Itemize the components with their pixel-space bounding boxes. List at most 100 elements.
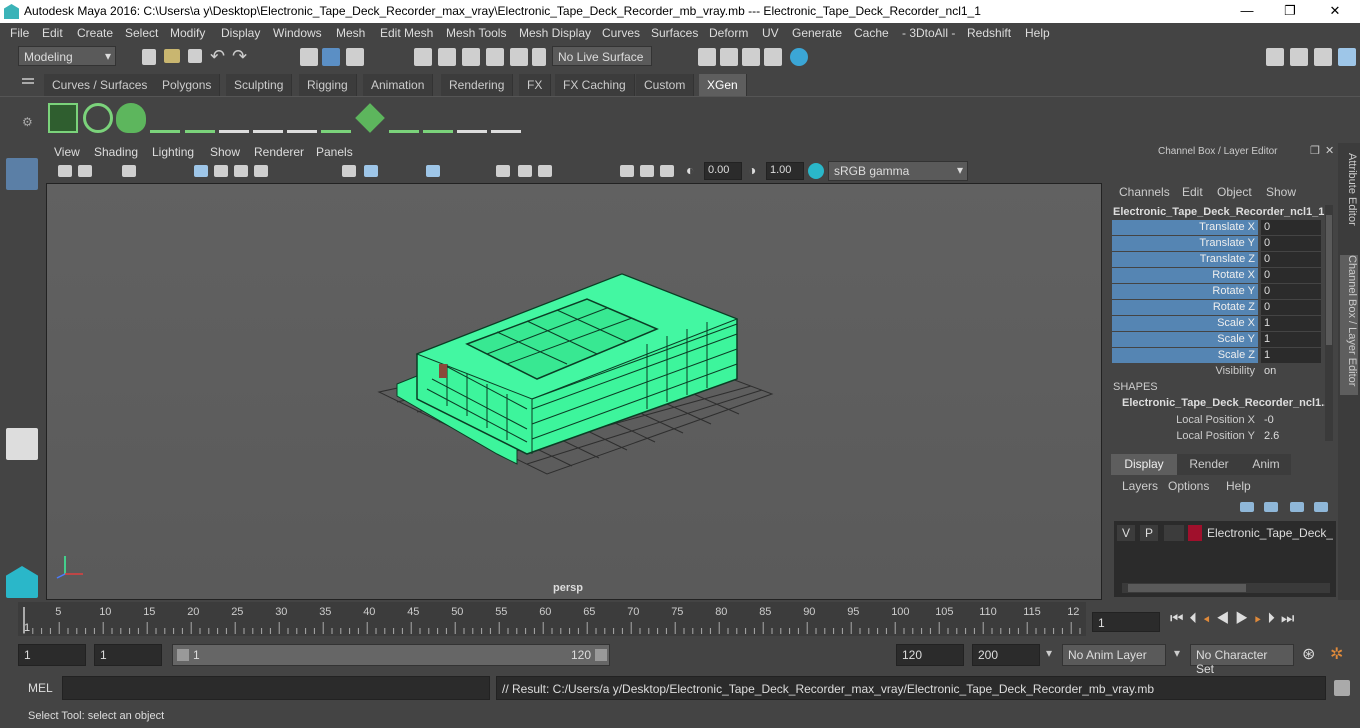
gamma-field[interactable]: 1.00 bbox=[766, 162, 804, 180]
tab-render[interactable]: Render bbox=[1177, 454, 1241, 475]
tab-fx[interactable]: FX bbox=[519, 74, 552, 96]
ipr-render-icon[interactable] bbox=[742, 48, 760, 66]
step-forward-icon[interactable]: ⏵ bbox=[1267, 610, 1281, 627]
perspective-viewport[interactable]: persp bbox=[46, 183, 1102, 600]
layer-help-menu[interactable]: Help bbox=[1226, 479, 1251, 493]
workspace-icon[interactable] bbox=[1266, 48, 1284, 66]
snap-point-icon[interactable] bbox=[462, 48, 480, 66]
play-backward-icon[interactable]: ◀ bbox=[1216, 610, 1235, 627]
menu-uv[interactable]: UV bbox=[762, 26, 779, 40]
channel-translate-y[interactable]: Translate Y0 bbox=[1112, 236, 1322, 252]
layer-color-swatch[interactable] bbox=[1188, 525, 1202, 541]
tab-rigging[interactable]: Rigging bbox=[299, 74, 357, 96]
single-view-layout-icon[interactable] bbox=[6, 428, 38, 460]
live-surface-field[interactable]: No Live Surface bbox=[552, 46, 652, 66]
tab-animation[interactable]: Animation bbox=[363, 74, 434, 96]
panel-menu-panels[interactable]: Panels bbox=[316, 145, 353, 159]
range-end-handle[interactable] bbox=[595, 649, 607, 661]
isolate-select-icon[interactable] bbox=[364, 165, 378, 177]
menu-help[interactable]: Help bbox=[1025, 26, 1050, 40]
save-scene-icon[interactable] bbox=[188, 49, 202, 63]
new-layer-icon[interactable] bbox=[1290, 502, 1304, 512]
channel-box-toggle-icon[interactable] bbox=[1338, 48, 1356, 66]
menu-create[interactable]: Create bbox=[77, 26, 113, 40]
tab-channel-box-layer-editor[interactable]: Channel Box / Layer Editor bbox=[1340, 255, 1358, 395]
rotate-tool-icon[interactable] bbox=[6, 304, 38, 336]
channel-object-menu[interactable]: Object bbox=[1217, 185, 1252, 199]
new-scene-icon[interactable] bbox=[142, 49, 156, 65]
smooth-shade-icon[interactable] bbox=[214, 165, 228, 177]
close-icon[interactable]: ✕ bbox=[1320, 2, 1350, 20]
play-forward-icon[interactable]: ▶ bbox=[1235, 610, 1254, 627]
tab-xgen[interactable]: XGen bbox=[699, 74, 747, 96]
step-back-icon[interactable]: ⏴ bbox=[1190, 610, 1204, 627]
wireframe-toggle-icon[interactable] bbox=[194, 165, 208, 177]
tab-curves-surfaces[interactable]: Curves / Surfaces bbox=[44, 74, 157, 96]
script-editor-icon[interactable] bbox=[1334, 680, 1350, 696]
wireframe-on-shaded-icon[interactable] bbox=[234, 165, 248, 177]
layer-horizontal-scrollbar[interactable] bbox=[1122, 583, 1330, 593]
textured-icon[interactable] bbox=[254, 165, 268, 177]
select-tool-icon[interactable] bbox=[6, 158, 38, 190]
xgen-editor-icon[interactable] bbox=[48, 103, 78, 133]
anim-layer-dropdown[interactable]: No Anim Layer bbox=[1062, 644, 1166, 666]
channel-show-menu[interactable]: Show bbox=[1266, 185, 1296, 199]
attribute-editor-toggle-icon[interactable] bbox=[1290, 48, 1308, 66]
go-to-end-icon[interactable]: ⏭ bbox=[1281, 610, 1301, 627]
menu-generate[interactable]: Generate bbox=[792, 26, 842, 40]
undo-icon[interactable]: ↶ bbox=[210, 46, 225, 67]
anim-end-field[interactable]: 200 bbox=[972, 644, 1040, 666]
menu-edit-mesh[interactable]: Edit Mesh bbox=[380, 26, 433, 40]
move-tool-icon[interactable] bbox=[6, 268, 38, 300]
menu-curves[interactable]: Curves bbox=[602, 26, 640, 40]
range-slider[interactable]: 1 120 bbox=[172, 644, 610, 666]
render-settings-icon[interactable] bbox=[698, 48, 716, 66]
delete-guide-icon[interactable] bbox=[491, 103, 521, 133]
menu-select[interactable]: Select bbox=[125, 26, 158, 40]
channel-scale-z[interactable]: Scale Z1 bbox=[1112, 348, 1322, 364]
mode-selector[interactable]: Modeling ▾ bbox=[18, 46, 116, 66]
groom-brush-icon[interactable] bbox=[423, 103, 453, 133]
add-guide-icon[interactable] bbox=[150, 103, 180, 133]
select-by-component-icon[interactable] bbox=[346, 48, 364, 66]
channel-edit-menu[interactable]: Edit bbox=[1182, 185, 1203, 199]
layers-menu[interactable]: Layers bbox=[1122, 479, 1158, 493]
menu-windows[interactable]: Windows bbox=[273, 26, 322, 40]
groom-cut-icon[interactable] bbox=[457, 103, 487, 133]
menu-cache[interactable]: Cache bbox=[854, 26, 889, 40]
render-frame-icon[interactable] bbox=[764, 48, 782, 66]
mel-label[interactable]: MEL bbox=[28, 681, 53, 695]
menu-3dtoall[interactable]: - 3DtoAll - bbox=[902, 26, 955, 40]
channel-rotate-y[interactable]: Rotate Y0 bbox=[1112, 284, 1322, 300]
menu-surfaces[interactable]: Surfaces bbox=[651, 26, 698, 40]
open-scene-icon[interactable] bbox=[164, 49, 180, 63]
channel-visibility[interactable]: Visibility on bbox=[1112, 364, 1322, 380]
panel-menu-lighting[interactable]: Lighting bbox=[152, 145, 194, 159]
panel-menu-renderer[interactable]: Renderer bbox=[254, 145, 304, 159]
snap-grid-icon[interactable] bbox=[414, 48, 432, 66]
redo-icon[interactable]: ↷ bbox=[232, 46, 247, 67]
motion-blur-icon[interactable] bbox=[518, 165, 532, 177]
minimize-icon[interactable]: — bbox=[1232, 2, 1262, 20]
outliner-layout-icon[interactable] bbox=[6, 504, 38, 536]
tab-sculpting[interactable]: Sculpting bbox=[226, 74, 293, 96]
menu-redshift[interactable]: Redshift bbox=[967, 26, 1011, 40]
resolution-gate-icon[interactable] bbox=[620, 165, 634, 177]
auto-key-icon[interactable]: ⊛ bbox=[1302, 644, 1315, 664]
guide-visibility-icon[interactable] bbox=[253, 103, 283, 133]
gate-mask-icon[interactable] bbox=[640, 165, 654, 177]
grid-toggle-icon[interactable] bbox=[122, 165, 136, 177]
command-input[interactable] bbox=[62, 676, 490, 700]
groom-tools-icon[interactable] bbox=[389, 103, 419, 133]
tab-custom[interactable]: Custom bbox=[636, 74, 695, 96]
channel-local-position-x[interactable]: Local Position X -0 bbox=[1112, 413, 1322, 429]
float-icon[interactable]: ❐ bbox=[1310, 144, 1320, 157]
range-start-handle[interactable] bbox=[177, 649, 189, 661]
field-chart-icon[interactable] bbox=[660, 165, 674, 177]
hypershade-icon[interactable] bbox=[790, 48, 808, 66]
snap-magnet-icon[interactable] bbox=[532, 48, 546, 66]
camera-attributes-icon[interactable] bbox=[58, 165, 72, 177]
channel-translate-x[interactable]: Translate X0 bbox=[1112, 220, 1322, 236]
ambient-occlusion-icon[interactable] bbox=[496, 165, 510, 177]
new-layer-selected-icon[interactable] bbox=[1314, 502, 1328, 512]
